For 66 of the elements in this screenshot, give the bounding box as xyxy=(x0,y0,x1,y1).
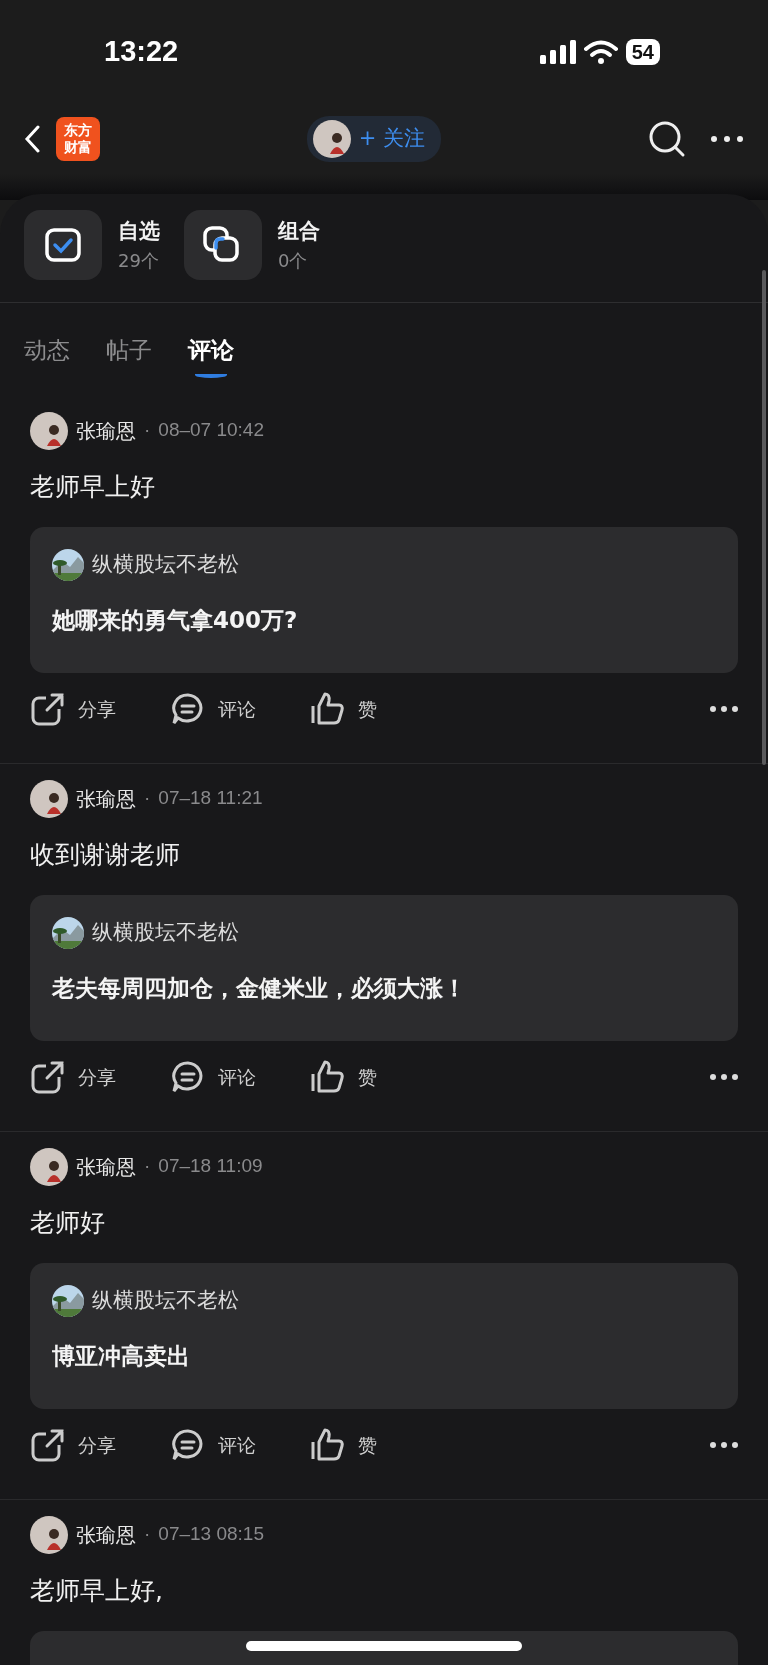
separator-dot: · xyxy=(144,1522,151,1547)
wifi-icon xyxy=(583,40,618,64)
post-time: 07–18 11:09 xyxy=(158,1154,263,1179)
post-time: 07–13 08:15 xyxy=(158,1522,264,1547)
action-button[interactable]: 评论 xyxy=(170,691,256,727)
comment-text: 老师早上好 xyxy=(30,470,156,503)
shortcut-count: 29个 xyxy=(118,249,160,274)
quote-text: 她哪来的勇气拿400万? xyxy=(52,606,299,635)
separator-dot: · xyxy=(144,1154,151,1179)
avatar-icon xyxy=(30,1515,68,1554)
avatar-icon xyxy=(30,779,68,818)
action-button[interactable]: 赞 xyxy=(310,1427,377,1463)
thumbs-up-icon xyxy=(310,1427,346,1463)
thumbs-up-icon xyxy=(310,1059,346,1095)
share-icon xyxy=(30,1427,66,1463)
action-button[interactable]: 分享 xyxy=(30,1427,116,1463)
separator-dot: · xyxy=(144,418,151,443)
comment-text: 老师好 xyxy=(30,1206,106,1239)
signal-icon xyxy=(539,40,576,64)
action-button[interactable]: 赞 xyxy=(310,691,377,727)
tab[interactable]: 评论 xyxy=(188,333,234,378)
status-time: 13:22 xyxy=(104,34,179,70)
tab[interactable]: 帖子 xyxy=(106,333,152,378)
action-button[interactable]: 赞 xyxy=(310,1059,377,1095)
shortcut-count: 0个 xyxy=(278,249,309,274)
shortcut-tile[interactable] xyxy=(24,210,102,280)
post-time: 08–07 10:42 xyxy=(158,418,264,443)
author-name[interactable]: 张瑜恩 xyxy=(76,1151,136,1182)
shortcut-tile[interactable] xyxy=(184,210,262,280)
action-button[interactable]: 评论 xyxy=(170,1059,256,1095)
avatar-icon xyxy=(30,1147,68,1186)
share-icon xyxy=(30,691,66,727)
comment-text: 收到谢谢老师 xyxy=(30,838,181,871)
comment-text: 老师早上好, xyxy=(30,1574,164,1607)
more-icon[interactable] xyxy=(710,1442,738,1448)
battery-level: 54 xyxy=(625,39,660,65)
share-icon xyxy=(30,1059,66,1095)
quote-author[interactable]: 纵横股坛不老松 xyxy=(92,1285,239,1317)
avatar-icon xyxy=(312,120,351,158)
shortcut-title: 组合 xyxy=(278,217,320,245)
shortcut-title: 自选 xyxy=(118,217,160,245)
quote-card[interactable]: 纵横股坛不老松 博亚冲高卖出 xyxy=(30,1263,738,1409)
thumbs-up-icon xyxy=(310,691,346,727)
quote-card[interactable]: 纵横股坛不老松 她哪来的勇气拿400万? xyxy=(30,527,738,673)
action-button[interactable]: 分享 xyxy=(30,1059,116,1095)
author-name[interactable]: 张瑜恩 xyxy=(76,783,136,814)
author-name[interactable]: 张瑜恩 xyxy=(76,1519,136,1550)
search-icon[interactable] xyxy=(648,120,686,158)
app-logo: 东方 财富 xyxy=(56,117,100,161)
more-icon[interactable] xyxy=(710,135,744,143)
avatar-icon xyxy=(30,411,68,450)
more-icon[interactable] xyxy=(710,706,738,712)
more-icon[interactable] xyxy=(710,1074,738,1080)
quote-text: 老夫每周四加仓，金健米业，必须大涨！ xyxy=(52,974,467,1003)
post-time: 07–18 11:21 xyxy=(158,786,263,811)
quote-author[interactable]: 纵横股坛不老松 xyxy=(92,917,239,949)
author-name[interactable]: 张瑜恩 xyxy=(76,415,136,446)
back-icon[interactable] xyxy=(24,125,40,153)
quote-text: 博亚冲高卖出 xyxy=(52,1342,191,1371)
tab[interactable]: 动态 xyxy=(24,333,70,378)
quote-author[interactable]: 纵横股坛不老松 xyxy=(92,549,239,581)
follow-button[interactable]: + 关注 xyxy=(306,116,442,162)
quote-card[interactable]: 纵横股坛不老松 老夫每周四加仓，金健米业，必须大涨！ xyxy=(30,895,738,1041)
action-button[interactable]: 评论 xyxy=(170,1427,256,1463)
separator-dot: · xyxy=(144,786,151,811)
action-button[interactable]: 分享 xyxy=(30,691,116,727)
